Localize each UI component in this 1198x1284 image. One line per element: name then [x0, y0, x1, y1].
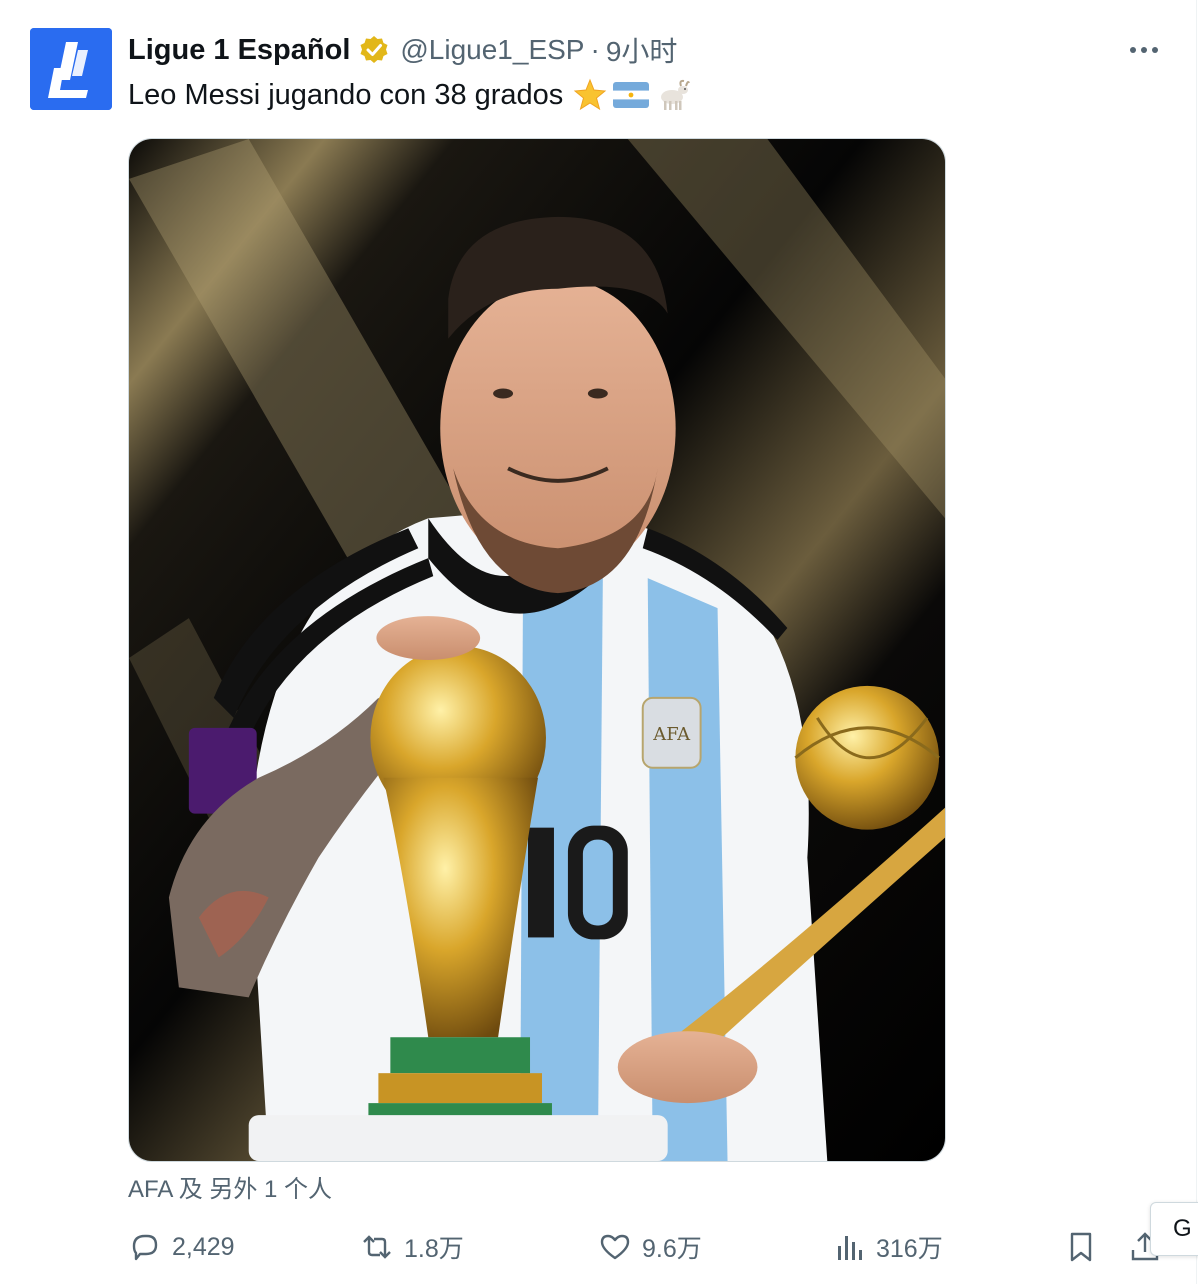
afa-crest-text: AFA: [652, 724, 691, 745]
avatar[interactable]: [30, 28, 112, 110]
reply-icon: [132, 1234, 158, 1261]
timestamp[interactable]: 9小时: [606, 30, 678, 70]
display-name[interactable]: Ligue 1 Español: [128, 34, 350, 67]
tweet-photo[interactable]: AFA: [128, 138, 946, 1162]
tweet-body: Leo Messi jugando con 38 grados: [128, 78, 564, 111]
argentina-flag-icon: [613, 82, 650, 108]
heart-icon: [600, 1234, 630, 1260]
ligue1-logo-icon: [30, 28, 112, 110]
tagged-accounts[interactable]: AFA 及 另外 1 个人: [128, 1168, 332, 1204]
more-options-button[interactable]: [1122, 30, 1166, 70]
view-count: 316万: [876, 1235, 943, 1263]
tagged-accounts-text[interactable]: AFA 及 另外 1 个人: [128, 1169, 332, 1204]
translate-chip-label: G: [1173, 1215, 1192, 1242]
reply-button[interactable]: 2,429: [128, 1222, 235, 1272]
retweet-button[interactable]: 1.8万: [360, 1222, 464, 1272]
retweet-icon: [363, 1235, 391, 1259]
retweet-count: 1.8万: [404, 1235, 464, 1263]
translate-chip[interactable]: G: [1150, 1202, 1198, 1256]
like-button[interactable]: 9.6万: [598, 1222, 702, 1272]
tweet-text: Leo Messi jugando con 38 grados: [128, 74, 691, 116]
views-button[interactable]: 316万: [832, 1222, 943, 1272]
goat-emoji-icon: [655, 78, 691, 112]
messi-trophy-photo: AFA: [129, 139, 945, 1161]
verified-badge-icon[interactable]: [358, 34, 390, 66]
reply-count: 2,429: [172, 1232, 235, 1261]
separator-dot: ·: [590, 34, 600, 65]
more-dots-icon: [1130, 47, 1158, 53]
bookmark-button[interactable]: [1064, 1222, 1098, 1272]
account-handle[interactable]: @Ligue1_ESP: [400, 34, 584, 66]
tweet-card[interactable]: Ligue 1 Español @Ligue1_ESP · 9小时 Leo Me…: [0, 0, 1198, 1284]
star-emoji-icon: [573, 78, 607, 112]
tweet-header: Ligue 1 Español @Ligue1_ESP · 9小时: [128, 30, 677, 70]
like-count: 9.6万: [642, 1235, 702, 1263]
tweet-actions: 2,429 1.8万 9.6万 316万: [128, 1222, 1168, 1272]
analytics-icon: [838, 1236, 862, 1260]
bookmark-icon: [1070, 1232, 1092, 1262]
